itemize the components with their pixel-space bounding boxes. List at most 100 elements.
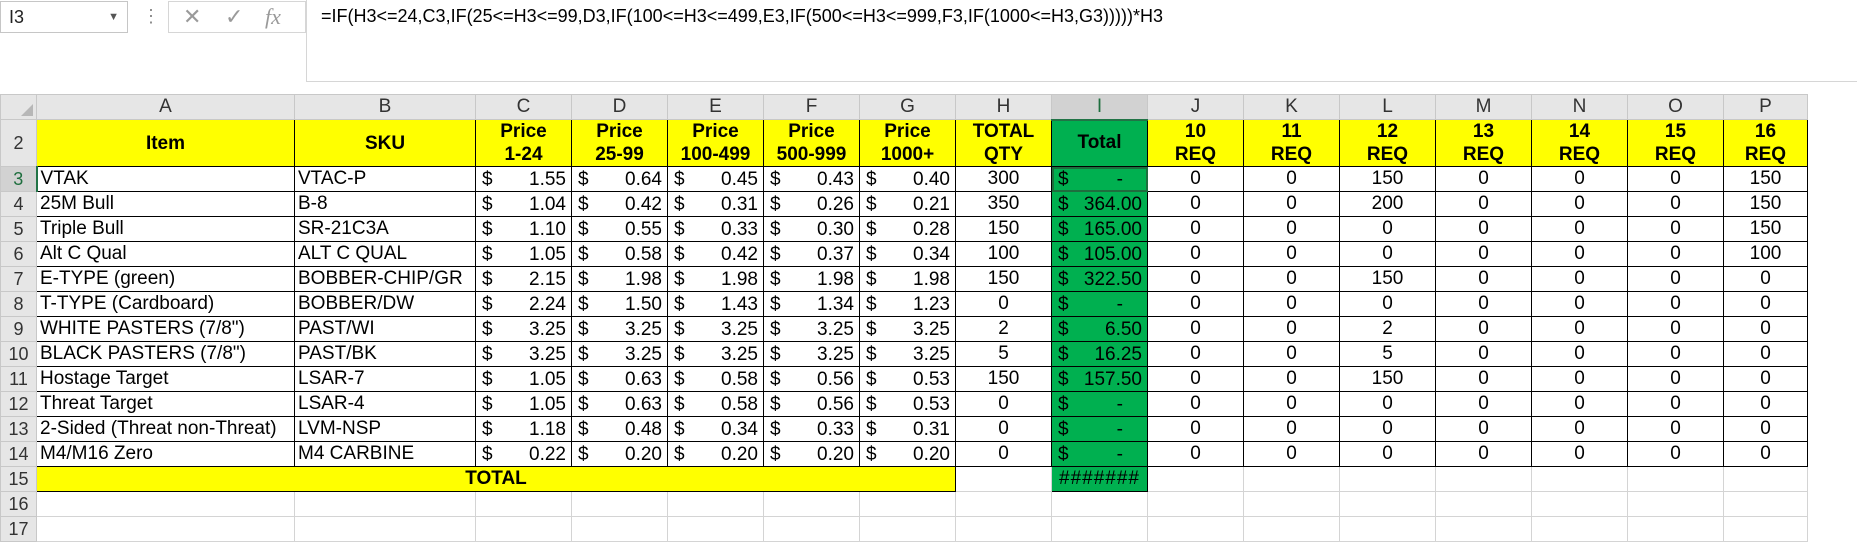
row-header[interactable]: 11 — [0, 366, 37, 392]
row-header[interactable]: 14 — [0, 441, 37, 467]
cell-price[interactable]: $0.42 — [571, 191, 668, 217]
cell-price[interactable]: $0.63 — [571, 391, 668, 417]
cell-total-qty[interactable]: 150 — [955, 266, 1052, 292]
cell-price[interactable]: $0.28 — [859, 216, 956, 242]
cell-price[interactable]: $0.56 — [763, 366, 860, 392]
cell-empty[interactable] — [571, 491, 668, 517]
name-box[interactable]: I3 ▼ — [0, 1, 128, 33]
cell-empty[interactable] — [1243, 466, 1340, 492]
cell-price[interactable]: $3.25 — [667, 341, 764, 367]
cell-price[interactable]: $3.25 — [571, 316, 668, 342]
cell-req[interactable]: 0 — [1243, 341, 1340, 367]
column-header-g[interactable]: G — [859, 94, 956, 120]
cell-req[interactable]: 200 — [1339, 191, 1436, 217]
row-header[interactable]: 16 — [0, 491, 37, 517]
cell-sku[interactable]: BOBBER-CHIP/GR — [294, 266, 476, 292]
cell-req[interactable]: 0 — [1435, 441, 1532, 467]
cell-req[interactable]: 0 — [1147, 166, 1244, 192]
cell-price[interactable]: $3.25 — [859, 316, 956, 342]
cell-empty[interactable] — [1723, 466, 1808, 492]
cell-total-qty[interactable]: 0 — [955, 416, 1052, 442]
cell-price[interactable]: $1.43 — [667, 291, 764, 317]
cell-price[interactable]: $1.50 — [571, 291, 668, 317]
cell-price[interactable]: $0.33 — [667, 216, 764, 242]
cell-req[interactable]: 0 — [1531, 241, 1628, 267]
cell-price[interactable]: $0.20 — [859, 441, 956, 467]
cell-price[interactable]: $1.55 — [475, 166, 572, 192]
cell-total[interactable]: $ - — [1051, 416, 1148, 442]
cell-sku[interactable]: PAST/WI — [294, 316, 476, 342]
cell-req[interactable]: 0 — [1627, 391, 1724, 417]
cell-item[interactable]: Alt C Qual — [36, 241, 295, 267]
cell-req[interactable]: 150 — [1723, 216, 1808, 242]
row-header[interactable]: 4 — [0, 191, 37, 217]
cell-req[interactable]: 0 — [1627, 191, 1724, 217]
cell-sku[interactable]: BOBBER/DW — [294, 291, 476, 317]
header-price[interactable]: Price 25-99 — [571, 119, 668, 167]
cell-item[interactable]: Threat Target — [36, 391, 295, 417]
cell-empty[interactable] — [955, 466, 1052, 492]
cell-req[interactable]: 5 — [1339, 341, 1436, 367]
header-item[interactable]: Item — [36, 119, 295, 167]
cell-total[interactable]: $165.00 — [1051, 216, 1148, 242]
cell-req[interactable]: 0 — [1243, 191, 1340, 217]
cell-total[interactable]: $157.50 — [1051, 366, 1148, 392]
header-req[interactable]: 14 REQ — [1531, 119, 1628, 167]
cell-price[interactable]: $0.31 — [859, 416, 956, 442]
column-header-l[interactable]: L — [1339, 94, 1436, 120]
cell-req[interactable]: 0 — [1723, 291, 1808, 317]
cell-price[interactable]: $0.53 — [859, 391, 956, 417]
cell-sku[interactable]: LSAR-4 — [294, 391, 476, 417]
cell-req[interactable]: 0 — [1435, 416, 1532, 442]
cell-empty[interactable] — [475, 516, 572, 542]
row-header[interactable]: 6 — [0, 241, 37, 267]
cell-empty[interactable] — [667, 516, 764, 542]
row-header[interactable]: 15 — [0, 466, 37, 492]
cell-req[interactable]: 150 — [1339, 166, 1436, 192]
column-header-n[interactable]: N — [1531, 94, 1628, 120]
cell-price[interactable]: $0.34 — [667, 416, 764, 442]
cell-price[interactable]: $1.05 — [475, 241, 572, 267]
cell-empty[interactable] — [1147, 516, 1244, 542]
header-req[interactable]: 11 REQ — [1243, 119, 1340, 167]
cell-req[interactable]: 0 — [1627, 241, 1724, 267]
cell-price[interactable]: $3.25 — [667, 316, 764, 342]
cell-req[interactable]: 0 — [1627, 366, 1724, 392]
cell-price[interactable]: $0.37 — [763, 241, 860, 267]
row-header[interactable]: 8 — [0, 291, 37, 317]
cell-req[interactable]: 0 — [1531, 191, 1628, 217]
cell-price[interactable]: $0.33 — [763, 416, 860, 442]
row-header[interactable]: 9 — [0, 316, 37, 342]
row-header[interactable]: 3 — [0, 166, 38, 192]
column-header-k[interactable]: K — [1243, 94, 1340, 120]
cell-item[interactable]: Triple Bull — [36, 216, 295, 242]
cell-req[interactable]: 100 — [1723, 241, 1808, 267]
cell-req[interactable]: 0 — [1627, 166, 1724, 192]
cell-price[interactable]: $1.10 — [475, 216, 572, 242]
cell-req[interactable]: 0 — [1147, 391, 1244, 417]
cell-req[interactable]: 150 — [1723, 166, 1808, 192]
cell-price[interactable]: $0.20 — [667, 441, 764, 467]
cell-price[interactable]: $0.58 — [667, 366, 764, 392]
cell-empty[interactable] — [1243, 491, 1340, 517]
cell-price[interactable]: $0.26 — [763, 191, 860, 217]
cell-req[interactable]: 0 — [1243, 166, 1340, 192]
cell-price[interactable]: $1.98 — [571, 266, 668, 292]
cell-price[interactable]: $1.98 — [667, 266, 764, 292]
cell-empty[interactable] — [1243, 516, 1340, 542]
cell-empty[interactable] — [859, 491, 956, 517]
column-header-d[interactable]: D — [571, 94, 668, 120]
cell-req[interactable]: 0 — [1627, 416, 1724, 442]
cell-empty[interactable] — [1147, 466, 1244, 492]
cell-req[interactable]: 0 — [1339, 441, 1436, 467]
column-header-h[interactable]: H — [955, 94, 1052, 120]
cell-req[interactable]: 0 — [1243, 266, 1340, 292]
cell-req[interactable]: 0 — [1147, 291, 1244, 317]
cell-item[interactable]: VTAK — [36, 166, 295, 192]
cell-req[interactable]: 0 — [1339, 216, 1436, 242]
cell-price[interactable]: $2.24 — [475, 291, 572, 317]
cell-sku[interactable]: VTAC-P — [294, 166, 476, 192]
cell-req[interactable]: 0 — [1243, 416, 1340, 442]
header-req[interactable]: 10 REQ — [1147, 119, 1244, 167]
cell-req[interactable]: 0 — [1435, 166, 1532, 192]
